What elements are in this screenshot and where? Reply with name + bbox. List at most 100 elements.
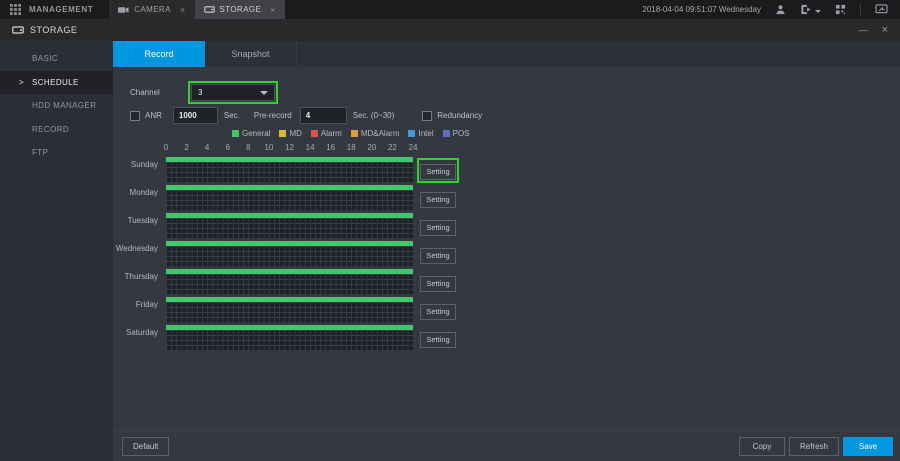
top-bar-right: 2018-04-04 09:51:07 Wednesday xyxy=(642,0,900,19)
setting-wrap: Setting xyxy=(420,301,456,320)
legend-item: MD xyxy=(279,129,301,138)
anr-row: ANR Sec. Pre-record Sec. (0~30) Redundan… xyxy=(130,107,482,124)
copy-button[interactable]: Copy xyxy=(739,437,785,456)
day-timeline-grid[interactable] xyxy=(166,269,413,294)
legend-color-swatch xyxy=(232,130,239,137)
sidebar-item-ftp[interactable]: >FTP xyxy=(0,141,113,165)
page-title: STORAGE xyxy=(30,25,77,35)
minimize-icon[interactable]: — xyxy=(859,26,868,35)
chevron-down-icon xyxy=(260,91,268,95)
day-timeline-grid[interactable] xyxy=(166,325,413,350)
legend-item: POS xyxy=(443,129,470,138)
general-record-bar xyxy=(166,213,413,218)
time-axis-tick: 10 xyxy=(264,143,273,152)
redundancy-checkbox[interactable] xyxy=(422,111,432,121)
main-menu-button[interactable]: MANAGEMENT xyxy=(0,0,109,19)
setting-button-friday[interactable]: Setting xyxy=(420,304,456,320)
setting-button-wednesday[interactable]: Setting xyxy=(420,248,456,264)
time-axis-tick: 18 xyxy=(347,143,356,152)
day-timeline-grid[interactable] xyxy=(166,185,413,210)
pre-record-input[interactable] xyxy=(300,107,347,124)
sidebar: >BASIC> SCHEDULE >HDD MANAGER>RECORD>FTP xyxy=(0,41,113,461)
legend-item: General xyxy=(232,129,270,138)
setting-button-thursday[interactable]: Setting xyxy=(420,276,456,292)
schedule-row: Wednesday Setting xyxy=(113,241,459,266)
setting-button-monday[interactable]: Setting xyxy=(420,192,456,208)
channel-row: Channel 3 xyxy=(130,81,278,104)
default-button[interactable]: Default xyxy=(122,437,169,456)
chevron-right-icon: > xyxy=(19,71,24,95)
switch-to-liveview-icon[interactable] xyxy=(875,4,888,15)
day-timeline-grid[interactable] xyxy=(166,213,413,238)
setting-wrap: Setting xyxy=(420,217,456,236)
time-axis-tick: 16 xyxy=(326,143,335,152)
footer-bar: Default Copy Refresh Save xyxy=(113,430,900,461)
setting-button-tuesday[interactable]: Setting xyxy=(420,220,456,236)
legend-color-swatch xyxy=(279,130,286,137)
day-timeline-grid[interactable] xyxy=(166,297,413,322)
setting-button-saturday[interactable]: Setting xyxy=(420,332,456,348)
pre-record-unit-label: Sec. (0~30) xyxy=(353,111,395,120)
anr-checkbox[interactable] xyxy=(130,111,140,121)
legend-label: MD xyxy=(289,129,301,138)
user-icon[interactable] xyxy=(775,4,786,15)
storage-icon xyxy=(204,5,215,14)
day-timeline-grid[interactable] xyxy=(166,241,413,266)
time-axis-tick: 22 xyxy=(388,143,397,152)
time-axis-tick: 4 xyxy=(205,143,209,152)
time-axis-tick: 20 xyxy=(367,143,376,152)
schedule-row: FridaySetting xyxy=(113,297,459,322)
refresh-button[interactable]: Refresh xyxy=(789,437,839,456)
menu-label: MANAGEMENT xyxy=(29,5,93,14)
pre-record-label: Pre-record xyxy=(254,111,292,120)
save-button[interactable]: Save xyxy=(843,437,893,456)
top-bar: MANAGEMENT CAMERA × STORAGE × 2018-04-04… xyxy=(0,0,900,19)
top-tab-storage-label: STORAGE xyxy=(220,5,262,14)
time-axis-tick: 14 xyxy=(306,143,315,152)
chevron-down-icon xyxy=(815,10,821,13)
timeline-mesh xyxy=(166,218,413,238)
top-tab-camera[interactable]: CAMERA × xyxy=(109,0,194,19)
tab-snapshot[interactable]: Snapshot xyxy=(205,41,297,67)
sidebar-item-label: BASIC xyxy=(32,54,58,63)
qr-code-icon[interactable] xyxy=(835,4,846,15)
top-tab-camera-label: CAMERA xyxy=(134,5,171,14)
setting-button-sunday[interactable]: Setting xyxy=(420,164,456,180)
anr-unit-label: Sec. xyxy=(224,111,240,120)
sidebar-item-basic[interactable]: >BASIC xyxy=(0,47,113,71)
sidebar-item-label: FTP xyxy=(32,148,48,157)
legend-label: Alarm xyxy=(321,129,342,138)
anr-seconds-input[interactable] xyxy=(173,107,218,124)
legend-color-swatch xyxy=(311,130,318,137)
time-axis-tick: 0 xyxy=(164,143,168,152)
day-timeline-grid[interactable] xyxy=(166,157,413,182)
channel-dropdown[interactable]: 3 xyxy=(191,84,275,101)
close-icon[interactable]: × xyxy=(270,5,276,15)
sidebar-item-label: SCHEDULE xyxy=(32,78,79,87)
timeline-mesh xyxy=(166,330,413,350)
grid-menu-icon xyxy=(10,4,21,15)
legend-color-swatch xyxy=(351,130,358,137)
day-label: Monday xyxy=(113,185,158,197)
sidebar-item-hdd-manager[interactable]: >HDD MANAGER xyxy=(0,94,113,118)
day-label: Tuesday xyxy=(113,213,158,225)
close-icon[interactable]: × xyxy=(882,25,888,36)
sidebar-item-schedule[interactable]: > SCHEDULE xyxy=(0,71,113,95)
timeline-mesh xyxy=(166,190,413,210)
schedule-row: ThursdaySetting xyxy=(113,269,459,294)
channel-value: 3 xyxy=(198,88,260,97)
redundancy-label: Redundancy xyxy=(437,111,482,120)
logout-icon[interactable] xyxy=(800,4,821,15)
page-header: STORAGE — × xyxy=(0,19,900,41)
setting-wrap: Setting xyxy=(420,273,456,292)
day-label: Wednesday xyxy=(113,241,158,253)
top-tab-storage[interactable]: STORAGE × xyxy=(195,0,285,19)
timeline-mesh xyxy=(166,162,413,182)
general-record-bar xyxy=(166,269,413,274)
legend-label: MD&Alarm xyxy=(361,129,400,138)
tab-record[interactable]: Record xyxy=(113,41,205,67)
legend-label: POS xyxy=(453,129,470,138)
close-icon[interactable]: × xyxy=(180,5,186,15)
general-record-bar xyxy=(166,241,413,246)
sidebar-item-record[interactable]: >RECORD xyxy=(0,118,113,142)
